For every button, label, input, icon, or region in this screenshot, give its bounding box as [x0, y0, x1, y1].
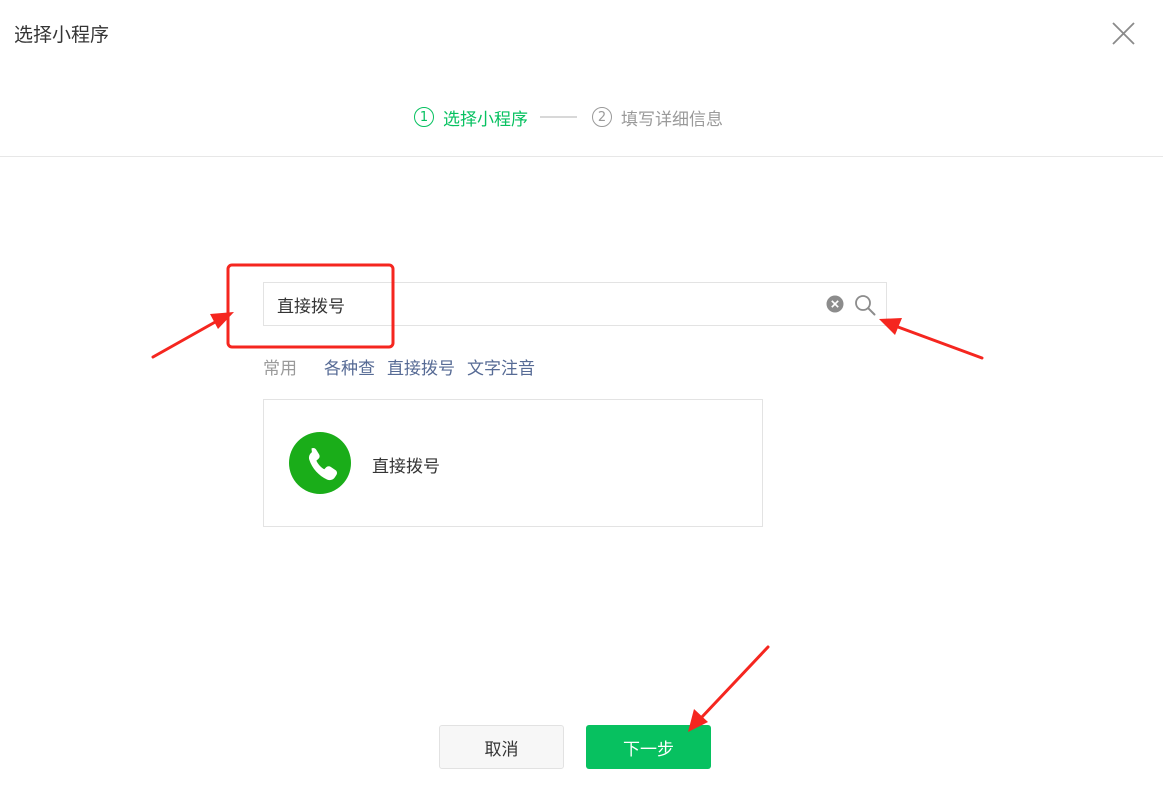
quick-tag[interactable]: 直接拨号 [387, 354, 455, 379]
step-indicator: 1 选择小程序 2 填写详细信息 [414, 104, 723, 130]
close-icon[interactable] [1111, 21, 1136, 46]
clear-icon[interactable] [826, 295, 844, 313]
step-label: 选择小程序 [443, 109, 528, 130]
next-step-button[interactable]: 下一步 [586, 725, 711, 769]
quick-tag[interactable]: 文字注音 [467, 354, 535, 379]
step-label: 填写详细信息 [621, 109, 723, 130]
search-icon[interactable] [854, 294, 876, 316]
result-name: 直接拨号 [372, 457, 440, 477]
search-input[interactable] [277, 283, 817, 325]
quick-tags-label: 常用 [263, 359, 297, 379]
step-fill-details: 2 填写详细信息 [592, 105, 723, 130]
quick-tag[interactable]: 各种查 [324, 354, 375, 379]
arrow-to-search-input [151, 312, 234, 359]
header-divider [0, 156, 1163, 157]
quick-tags: 常用 各种查 直接拨号 文字注音 [263, 354, 547, 379]
step-select-mini-program: 1 选择小程序 [414, 105, 528, 130]
arrow-to-search-icon [879, 318, 984, 360]
arrow-to-next-button [688, 645, 770, 732]
step-connector [540, 116, 577, 118]
step-number: 2 [592, 107, 612, 127]
search-result-card[interactable]: 直接拨号 [263, 399, 763, 527]
search-box [263, 282, 887, 326]
phone-icon [289, 432, 351, 494]
dialog-title: 选择小程序 [14, 24, 110, 46]
cancel-button[interactable]: 取消 [439, 725, 564, 769]
step-number: 1 [414, 107, 434, 127]
